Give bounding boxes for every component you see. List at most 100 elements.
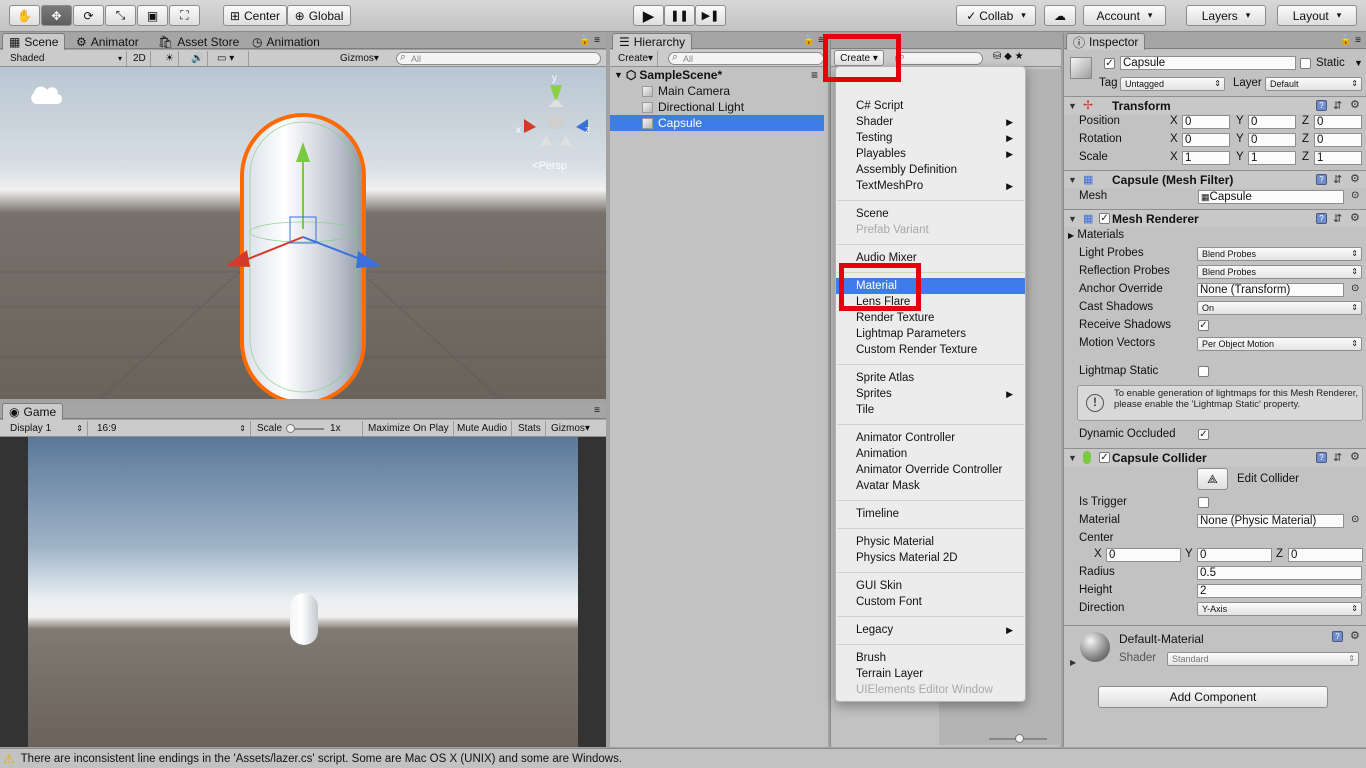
static-dropdown-arrow-icon[interactable]: ▼: [1354, 58, 1363, 68]
menu-item-animator-controller[interactable]: Animator Controller: [836, 430, 1025, 446]
account-dropdown[interactable]: Account: [1083, 5, 1166, 26]
menu-item-lightmap-parameters[interactable]: Lightmap Parameters: [836, 326, 1025, 342]
inspector-menu-icon[interactable]: 🔒 ≡: [1340, 35, 1361, 46]
maximize-on-play-toggle[interactable]: Maximize On Play: [364, 421, 454, 436]
zoom-slider[interactable]: [989, 734, 1047, 743]
dynamic-occluded-checkbox[interactable]: ✓: [1198, 429, 1209, 440]
menu-item-gui-skin[interactable]: GUI Skin: [836, 578, 1025, 594]
status-bar[interactable]: ⚠ There are inconsistent line endings in…: [0, 748, 1366, 768]
preset-icon[interactable]: ⇵: [1333, 212, 1342, 225]
hierarchy-menu-icon[interactable]: 🔒 ≡: [803, 35, 824, 46]
aspect-dropdown[interactable]: 16:9 ⇕: [93, 421, 251, 436]
scene-search-input[interactable]: All: [396, 51, 601, 65]
direction-dropdown[interactable]: Y-Axis: [1197, 602, 1362, 616]
settings-gear-icon[interactable]: ⚙: [1350, 629, 1360, 642]
menu-item-sprites[interactable]: Sprites ▶: [836, 386, 1025, 402]
menu-item-shader[interactable]: Shader ▶: [836, 114, 1025, 130]
hierarchy-item-capsule[interactable]: Capsule: [610, 115, 824, 131]
menu-item-render-texture[interactable]: Render Texture: [836, 310, 1025, 326]
capsule-collider-header[interactable]: ▼ ✓ Capsule Collider ? ⇵ ⚙: [1064, 448, 1366, 466]
edit-collider-button[interactable]: ⟁: [1197, 468, 1228, 490]
orientation-gizmo-icon[interactable]: [524, 85, 588, 147]
settings-gear-icon[interactable]: ⚙: [1350, 211, 1360, 224]
layers-dropdown[interactable]: Layers: [1186, 5, 1266, 26]
cast-shadows-dropdown[interactable]: On: [1197, 301, 1362, 315]
menu-item-testing[interactable]: Testing ▶: [836, 130, 1025, 146]
scale-track[interactable]: [286, 423, 325, 433]
play-button[interactable]: ▶: [633, 5, 664, 26]
move-tool-icon[interactable]: ✥: [41, 5, 72, 26]
help-book-icon[interactable]: ?: [1316, 213, 1327, 224]
tab-inspector[interactable]: ⓘ Inspector: [1066, 33, 1146, 50]
hierarchy-item-directional-light[interactable]: Directional Light: [610, 99, 824, 115]
active-checkbox[interactable]: ✓: [1104, 58, 1115, 69]
effects-dropdown-icon[interactable]: ▭ ▾: [213, 51, 249, 66]
menu-item-physics-material-2d[interactable]: Physics Material 2D: [836, 550, 1025, 566]
help-book-icon[interactable]: ?: [1316, 174, 1327, 185]
z-axis-arrow-icon[interactable]: [356, 251, 381, 268]
project-search-input[interactable]: [895, 51, 983, 65]
game-gizmos-dropdown[interactable]: Gizmos ▾: [547, 421, 594, 436]
collapse-arrow-icon[interactable]: ▼: [1068, 453, 1077, 463]
expand-arrow-icon[interactable]: ▶: [1070, 658, 1076, 667]
shader-dropdown[interactable]: Standard: [1167, 652, 1359, 666]
collider-material-field[interactable]: None (Physic Material): [1197, 514, 1344, 528]
menu-item-physic-material[interactable]: Physic Material: [836, 534, 1025, 550]
zoom-thumb[interactable]: [1015, 734, 1024, 743]
filter-icons[interactable]: ⛁ ◆ ★: [993, 51, 1024, 62]
object-picker-icon[interactable]: ⊙: [1351, 514, 1359, 525]
space-global-button[interactable]: ⊕ Global: [287, 5, 351, 26]
collapse-arrow-icon[interactable]: ▼: [1068, 175, 1077, 185]
2d-toggle[interactable]: 2D: [129, 51, 151, 66]
collider-enabled-checkbox[interactable]: ✓: [1099, 452, 1110, 463]
project-create-button[interactable]: Create ▾: [834, 50, 884, 66]
mesh-renderer-enabled-checkbox[interactable]: ✓: [1099, 213, 1110, 224]
hierarchy-search-input[interactable]: All: [668, 51, 824, 65]
receive-shadows-checkbox[interactable]: ✓: [1198, 320, 1209, 331]
preset-icon[interactable]: ⇵: [1333, 451, 1342, 464]
menu-item-assembly-definition[interactable]: Assembly Definition: [836, 162, 1025, 178]
position-z-field[interactable]: 0: [1314, 115, 1362, 129]
position-x-field[interactable]: 0: [1182, 115, 1230, 129]
add-component-button[interactable]: Add Component: [1098, 686, 1328, 708]
rotate-tool-icon[interactable]: ⟳: [73, 5, 104, 26]
scene-menu-icon[interactable]: ≡: [811, 68, 818, 82]
static-checkbox[interactable]: [1300, 58, 1311, 69]
tag-dropdown[interactable]: Untagged: [1120, 77, 1225, 91]
mesh-renderer-header[interactable]: ▼ ▦ ✓ Mesh Renderer ? ⇵ ⚙: [1064, 209, 1366, 227]
rotation-y-field[interactable]: 0: [1248, 133, 1296, 147]
transform-header[interactable]: ▼ ✢ Transform ? ⇵ ⚙: [1064, 96, 1366, 114]
menu-item-timeline[interactable]: Timeline: [836, 506, 1025, 522]
center-x-field[interactable]: 0: [1106, 548, 1181, 562]
preset-icon[interactable]: ⇵: [1333, 99, 1342, 112]
is-trigger-checkbox[interactable]: [1198, 497, 1209, 508]
game-viewport[interactable]: [0, 437, 606, 747]
scale-slider[interactable]: Scale 1x: [253, 421, 363, 436]
menu-item-custom-render-texture[interactable]: Custom Render Texture: [836, 342, 1025, 358]
menu-item-tile[interactable]: Tile: [836, 402, 1025, 418]
transform-tool-icon[interactable]: ⛶: [169, 5, 200, 26]
anchor-override-field[interactable]: None (Transform): [1197, 283, 1344, 297]
scale-x-field[interactable]: 1: [1182, 151, 1230, 165]
rotation-z-field[interactable]: 0: [1314, 133, 1362, 147]
tab-animation[interactable]: ◷ Animation: [246, 33, 326, 50]
menu-item-playables[interactable]: Playables ▶: [836, 146, 1025, 162]
help-book-icon[interactable]: ?: [1316, 100, 1327, 111]
step-button[interactable]: ▶❚: [695, 5, 726, 26]
layout-dropdown[interactable]: Layout: [1277, 5, 1357, 26]
panel-menu-icon[interactable]: 🔒 ≡: [579, 35, 600, 46]
center-z-field[interactable]: 0: [1288, 548, 1363, 562]
menu-item-brush[interactable]: Brush: [836, 650, 1025, 666]
shading-mode-dropdown[interactable]: Shaded ▾: [6, 51, 127, 66]
scale-z-field[interactable]: 1: [1314, 151, 1362, 165]
light-probes-dropdown[interactable]: Blend Probes: [1197, 247, 1362, 261]
collab-dropdown[interactable]: ✓ Collab: [956, 5, 1036, 26]
persp-label[interactable]: <Persp: [532, 160, 567, 172]
menu-item-c-script[interactable]: C# Script: [836, 98, 1025, 114]
menu-item-textmeshpro[interactable]: TextMeshPro ▶: [836, 178, 1025, 194]
tab-game[interactable]: ◉ Game: [2, 403, 64, 420]
x-axis-arrow-icon[interactable]: [226, 250, 250, 267]
motion-vectors-dropdown[interactable]: Per Object Motion: [1197, 337, 1362, 351]
lighting-toggle-icon[interactable]: ☀: [161, 51, 179, 66]
collapse-arrow-icon[interactable]: ▼: [1068, 214, 1077, 224]
